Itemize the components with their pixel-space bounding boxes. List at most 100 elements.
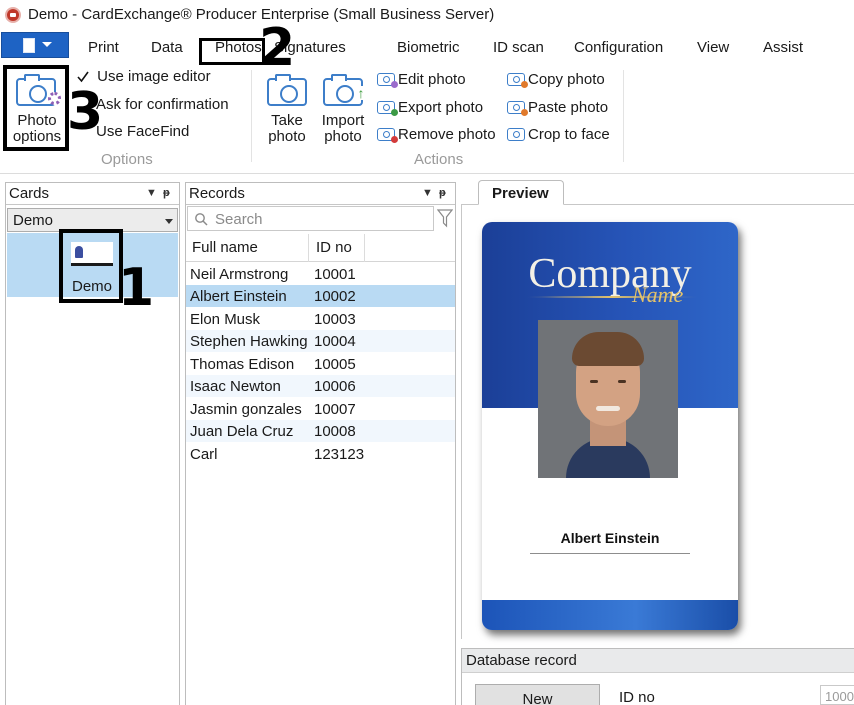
- tab-biometric[interactable]: Biometric: [397, 39, 460, 56]
- file-menu-button[interactable]: [1, 32, 69, 58]
- edit-photo-button[interactable]: Edit photo: [377, 71, 466, 88]
- column-header-full-name[interactable]: Full name: [192, 239, 258, 256]
- table-row[interactable]: Thomas Edison 10005: [186, 353, 455, 375]
- column-header-id-no[interactable]: ID no: [316, 239, 352, 256]
- cell-id-no: 10002: [314, 288, 356, 305]
- search-input[interactable]: Search: [187, 206, 434, 231]
- step-number-1: 1: [118, 258, 155, 318]
- ask-for-confirmation-label: Ask for confirmation: [96, 96, 229, 113]
- card-logo-company: Company: [528, 251, 692, 297]
- card-selector-value: Demo: [13, 212, 54, 229]
- paste-photo-icon: [507, 101, 528, 116]
- card-photo: [538, 320, 678, 478]
- records-panel-header: Records ▼ ᵽ: [186, 183, 455, 205]
- cell-id-no: 10005: [314, 356, 356, 373]
- tab-preview[interactable]: Preview: [478, 180, 564, 205]
- table-row[interactable]: Carl 123123: [186, 443, 455, 465]
- export-photo-label: Export photo: [398, 99, 484, 116]
- tab-view[interactable]: View: [697, 39, 729, 56]
- tab-configuration[interactable]: Configuration: [574, 39, 663, 56]
- remove-photo-button[interactable]: Remove photo: [377, 126, 496, 143]
- tab-print[interactable]: Print: [88, 39, 119, 56]
- id-card-preview[interactable]: Company Name Albert Einstein: [482, 222, 738, 630]
- use-facefind-option[interactable]: Use FaceFind: [96, 123, 189, 140]
- table-row[interactable]: Isaac Newton 10006: [186, 375, 455, 397]
- tab-data[interactable]: Data: [151, 39, 183, 56]
- cell-full-name: Thomas Edison: [190, 356, 295, 373]
- import-photo-button[interactable]: ↑ Import photo: [316, 70, 370, 148]
- cell-full-name: Stephen Hawking: [190, 333, 308, 350]
- id-no-field-value: 1000: [825, 689, 854, 704]
- tab-preview-label: Preview: [492, 185, 549, 202]
- copy-photo-button[interactable]: Copy photo: [507, 71, 605, 88]
- cell-id-no: 10004: [314, 333, 356, 350]
- cell-id-no: 10001: [314, 266, 356, 283]
- take-photo-label-line1: Take: [271, 112, 303, 129]
- paste-photo-button[interactable]: Paste photo: [507, 99, 608, 116]
- cell-full-name: Neil Armstrong: [190, 266, 289, 283]
- cell-id-no: 10003: [314, 311, 356, 328]
- cell-id-no: 10006: [314, 378, 356, 395]
- export-photo-icon: [377, 101, 398, 116]
- panel-pin-controls[interactable]: ▼ ᵽ: [422, 187, 446, 199]
- edit-photo-icon: [377, 73, 398, 88]
- step-number-2: 2: [259, 18, 296, 78]
- cell-full-name: Isaac Newton: [190, 378, 281, 395]
- app-icon[interactable]: [5, 7, 21, 23]
- card-logo-name: Name: [632, 282, 684, 307]
- remove-photo-label: Remove photo: [398, 126, 496, 143]
- remove-photo-icon: [377, 128, 398, 143]
- ribbon-divider: [623, 70, 624, 162]
- new-record-button[interactable]: New: [475, 684, 600, 705]
- new-record-button-label: New: [522, 691, 553, 705]
- highlight-box-photos-tab: [199, 38, 265, 65]
- panel-pin-controls[interactable]: ▼ ᵽ: [146, 187, 170, 199]
- records-panel-title: Records: [189, 185, 245, 202]
- cell-id-no: 10008: [314, 423, 356, 440]
- cards-panel-header: Cards ▼ ᵽ: [6, 183, 179, 205]
- copy-photo-label: Copy photo: [528, 71, 605, 88]
- filter-icon[interactable]: [437, 208, 453, 228]
- cell-full-name: Juan Dela Cruz: [190, 423, 294, 440]
- cell-full-name: Albert Einstein: [190, 288, 287, 305]
- crop-to-face-label: Crop to face: [528, 126, 610, 143]
- database-record-header: Database record: [462, 649, 854, 673]
- actions-group-label: Actions: [414, 151, 464, 168]
- camera-icon: [267, 74, 307, 106]
- card-logo-swoosh: [527, 296, 697, 298]
- title-bar: Demo - CardExchange® Producer Enterprise…: [0, 0, 854, 30]
- cell-id-no: 10007: [314, 401, 356, 418]
- use-facefind-label: Use FaceFind: [96, 123, 190, 140]
- search-placeholder: Search: [215, 211, 263, 228]
- ribbon-tab-bar: Print Data Photos Signatures Biometric I…: [0, 30, 854, 62]
- cell-id-no: 123123: [314, 446, 365, 463]
- crop-to-face-button[interactable]: Crop to face: [507, 126, 610, 143]
- card-footer-background: [482, 600, 738, 630]
- id-no-field-input[interactable]: 1000: [820, 685, 854, 705]
- use-image-editor-label: Use image editor: [97, 68, 211, 85]
- crop-to-face-icon: [507, 128, 525, 141]
- tab-id-scan[interactable]: ID scan: [493, 39, 544, 56]
- chevron-down-icon: [42, 42, 52, 47]
- table-row[interactable]: Elon Musk 10003: [186, 308, 455, 330]
- options-group-label: Options: [101, 151, 153, 168]
- card-holder-name: Albert Einstein: [560, 530, 660, 546]
- highlight-box-card-item: [59, 229, 123, 303]
- table-row-selected[interactable]: Albert Einstein 10002: [186, 285, 455, 307]
- take-photo-label-line2: photo: [268, 128, 306, 145]
- copy-photo-icon: [507, 73, 528, 88]
- take-photo-button[interactable]: Take photo: [262, 70, 312, 148]
- search-icon: [195, 213, 208, 226]
- table-row[interactable]: Juan Dela Cruz 10008: [186, 420, 455, 442]
- records-table-body: Neil Armstrong 10001 Albert Einstein 10002…: [186, 263, 455, 463]
- edit-photo-label: Edit photo: [398, 71, 466, 88]
- table-row[interactable]: Neil Armstrong 10001: [186, 263, 455, 285]
- ribbon-divider: [251, 70, 252, 162]
- table-row[interactable]: Jasmin gonzales 10007: [186, 398, 455, 420]
- export-photo-button[interactable]: Export photo: [377, 99, 483, 116]
- card-name-underline: [530, 553, 690, 554]
- ask-for-confirmation-option[interactable]: Ask for confirmation: [96, 96, 229, 113]
- paste-photo-label: Paste photo: [528, 99, 609, 116]
- tab-assist[interactable]: Assist: [763, 39, 803, 56]
- table-row[interactable]: Stephen Hawking 10004: [186, 330, 455, 352]
